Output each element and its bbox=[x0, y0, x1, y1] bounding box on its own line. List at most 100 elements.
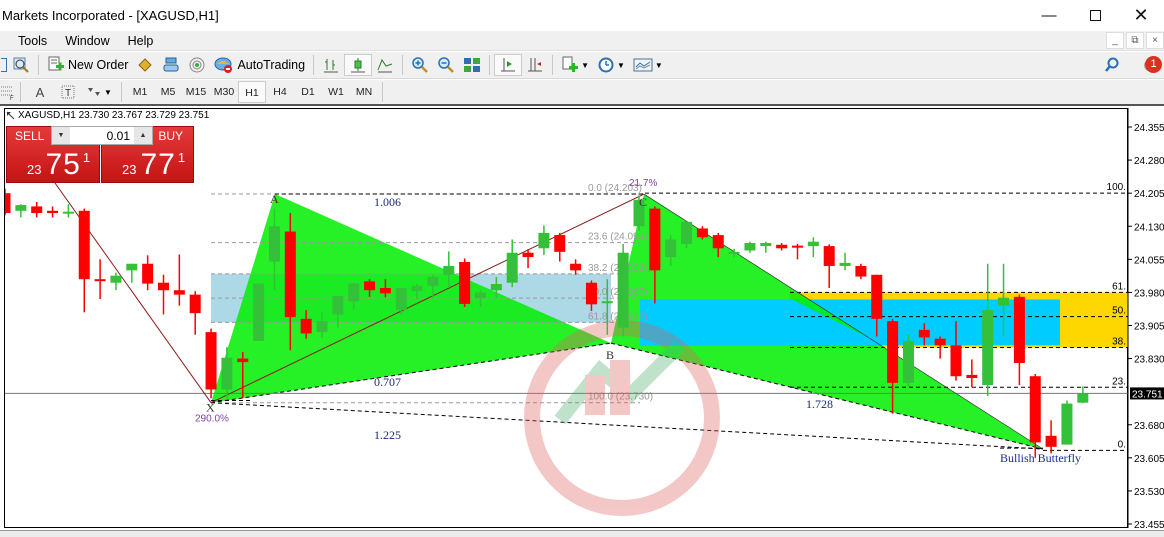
auto-scroll-button[interactable] bbox=[494, 54, 523, 76]
mdi-minimize-button[interactable]: _ bbox=[1106, 32, 1124, 49]
text-label-button[interactable]: T bbox=[55, 81, 81, 103]
svg-text:T: T bbox=[65, 88, 71, 99]
toolbar-separator bbox=[382, 82, 383, 102]
new-order-button[interactable]: New Order bbox=[43, 54, 132, 76]
toolbar-separator bbox=[313, 55, 315, 75]
minimize-button[interactable]: — bbox=[1026, 0, 1072, 31]
magnifier-chart-icon bbox=[13, 57, 29, 73]
server-icon bbox=[163, 57, 179, 72]
window-icon bbox=[1, 58, 7, 72]
candlestick-chart-button[interactable] bbox=[344, 54, 373, 76]
price-axis-label: 23.605 bbox=[1134, 454, 1164, 465]
buy-price-prefix: 23 bbox=[122, 162, 137, 177]
tile-windows-button[interactable] bbox=[459, 54, 485, 76]
line-chart-button[interactable] bbox=[372, 54, 398, 76]
timeframe-h1[interactable]: H1 bbox=[238, 81, 266, 103]
sell-price-main: 75 bbox=[45, 148, 81, 181]
buy-price: 23 77 1 bbox=[122, 148, 185, 182]
autotrading-button[interactable]: AutoTrading bbox=[210, 54, 309, 76]
chart-shift-icon bbox=[528, 58, 543, 72]
toolbar-separator bbox=[489, 55, 491, 75]
drawing-toolbar: F A T ▼ M1 M5 M15 M30 H1 H4 D1 W1 MN bbox=[0, 80, 1164, 106]
navigator-button[interactable] bbox=[158, 54, 184, 76]
svg-text:F: F bbox=[10, 96, 14, 100]
templates-button[interactable]: ▼ bbox=[629, 54, 667, 76]
toolbar-separator bbox=[402, 55, 404, 75]
autotrading-label: AutoTrading bbox=[237, 58, 306, 72]
minimize-icon: _ bbox=[1112, 35, 1118, 46]
menu-tools[interactable]: Tools bbox=[9, 34, 56, 48]
chevron-down-icon: ▼ bbox=[57, 132, 65, 139]
maximize-icon bbox=[1089, 10, 1101, 21]
dropdown-arrow-icon: ▼ bbox=[581, 60, 589, 70]
indicators-button[interactable]: ▼ bbox=[557, 54, 593, 76]
lot-decrease-button[interactable]: ▼ bbox=[52, 127, 70, 144]
price-axis-label: 23.980 bbox=[1134, 288, 1164, 299]
mdi-close-button[interactable]: × bbox=[1146, 32, 1164, 49]
market-watch-button[interactable] bbox=[132, 54, 158, 76]
status-bar bbox=[0, 530, 1164, 537]
zoom-out-icon bbox=[438, 57, 454, 73]
template-icon bbox=[633, 58, 653, 72]
one-click-trading-panel: SELL 23 75 1 BUY 23 77 1 ▼ ▲ bbox=[6, 126, 194, 183]
buy-label: BUY bbox=[158, 129, 183, 143]
timeframe-m30[interactable]: M30 bbox=[210, 81, 238, 103]
tile-windows-icon bbox=[464, 58, 481, 72]
profiles-button[interactable] bbox=[0, 54, 8, 76]
arrows-button[interactable]: ▼ bbox=[81, 81, 117, 103]
zoom-in-icon bbox=[412, 57, 428, 73]
fibonacci-button[interactable]: F bbox=[0, 81, 16, 103]
current-price-label: 23.751 bbox=[1132, 389, 1163, 400]
timeframe-m1[interactable]: M1 bbox=[126, 81, 154, 103]
signal-icon bbox=[189, 57, 205, 73]
chart-shift-button[interactable] bbox=[522, 54, 548, 76]
candlestick-icon bbox=[351, 58, 366, 73]
price-axis-label: 24.130 bbox=[1134, 222, 1164, 233]
lot-size-input[interactable] bbox=[70, 128, 134, 143]
tag-icon bbox=[138, 58, 153, 72]
new-order-icon bbox=[48, 56, 64, 71]
current-price-tag bbox=[1130, 387, 1164, 400]
search-button[interactable] bbox=[1100, 54, 1124, 76]
text-button[interactable]: A bbox=[25, 81, 55, 103]
timeframe-d1[interactable]: D1 bbox=[294, 81, 322, 103]
timeframe-m15[interactable]: M15 bbox=[182, 81, 210, 103]
toolbar-separator bbox=[121, 82, 122, 102]
price-axis-label: 23.905 bbox=[1134, 322, 1164, 333]
fibonacci-icon: F bbox=[1, 86, 14, 100]
symbol-ohlc-info: XAGUSD,H1 23.730 23.767 23.729 23.751 bbox=[18, 110, 210, 121]
lot-increase-button[interactable]: ▲ bbox=[134, 127, 152, 144]
timeframe-w1[interactable]: W1 bbox=[322, 81, 350, 103]
autotrading-icon bbox=[214, 57, 233, 73]
dropdown-arrow-icon: ▼ bbox=[104, 87, 112, 97]
data-window-button[interactable] bbox=[8, 54, 34, 76]
timeframe-h4[interactable]: H4 bbox=[266, 81, 294, 103]
notification-badge: 1 bbox=[1145, 56, 1162, 73]
close-button[interactable]: ✕ bbox=[1118, 0, 1164, 31]
search-icon bbox=[1105, 57, 1119, 72]
periods-button[interactable]: ▼ bbox=[593, 54, 629, 76]
close-icon: ✕ bbox=[1133, 5, 1149, 25]
text-label-icon: T bbox=[61, 85, 75, 99]
zoom-out-button[interactable] bbox=[433, 54, 459, 76]
timeframe-m5[interactable]: M5 bbox=[154, 81, 182, 103]
sell-price-point: 1 bbox=[82, 150, 91, 165]
zoom-in-button[interactable] bbox=[407, 54, 433, 76]
price-axis-label: 24.055 bbox=[1134, 255, 1164, 266]
price-axis-label: 23.530 bbox=[1134, 487, 1164, 498]
buy-price-point: 1 bbox=[177, 150, 186, 165]
clock-icon bbox=[598, 57, 614, 73]
menu-bar: Tools Window Help bbox=[0, 31, 1164, 51]
signals-button[interactable] bbox=[184, 54, 210, 76]
menu-help[interactable]: Help bbox=[119, 34, 163, 48]
timeframe-mn[interactable]: MN bbox=[350, 81, 378, 103]
toolbar-separator bbox=[20, 82, 21, 102]
bar-chart-button[interactable] bbox=[318, 54, 344, 76]
maximize-button[interactable] bbox=[1072, 0, 1118, 31]
price-axis-label: 23.830 bbox=[1134, 355, 1164, 366]
mdi-restore-button[interactable]: ⧉ bbox=[1126, 32, 1144, 49]
sell-price-prefix: 23 bbox=[27, 162, 42, 177]
sell-price: 23 75 1 bbox=[27, 148, 90, 182]
menu-window[interactable]: Window bbox=[56, 34, 118, 48]
window-title: Markets Incorporated - [XAGUSD,H1] bbox=[2, 8, 219, 23]
